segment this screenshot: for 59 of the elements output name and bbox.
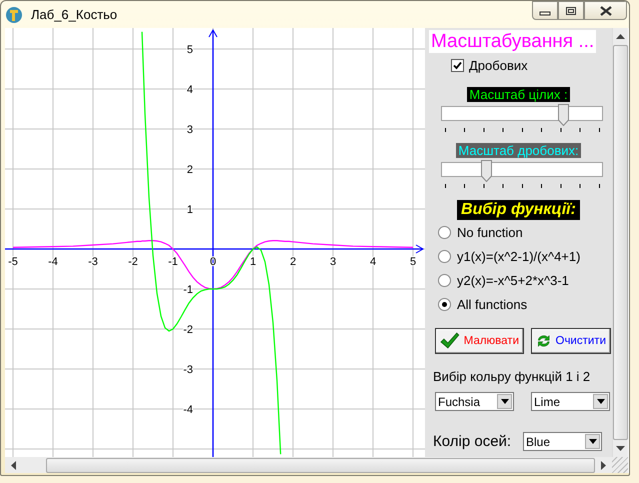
scroll-right-icon [601,460,606,470]
x-tick-label: -5 [8,256,18,268]
function-choice-title: Вибір функції: [457,200,580,220]
x-tick-label: 3 [330,256,336,268]
app-icon [5,6,23,24]
scaling-title: Масштабування ... [429,30,596,53]
y-tick-label: 1 [186,204,193,216]
minimize-button[interactable] [532,1,558,20]
function-radio[interactable]: y2(x)=-x^5+2*x^3-1 [438,271,580,289]
y-tick-label: 5 [186,44,193,56]
y-tick-label: 2 [186,164,193,176]
y-tick-label: -1 [183,284,193,296]
color-dropdown[interactable]: Lime [531,392,610,411]
axis-color-label: Колір осей: [433,433,512,450]
slider-label: Масштаб дробових: [456,143,581,158]
restore-icon [565,6,577,16]
slider-thumb[interactable] [558,104,568,126]
scroll-down-icon [616,446,625,451]
checkbox-label: Дробових [469,58,528,72]
x-tick-label: -2 [128,256,138,268]
scroll-thumb[interactable] [46,458,595,472]
x-tick-label: 4 [370,256,376,268]
refresh-icon [536,332,552,350]
dropdown-arrow-icon [500,399,508,404]
axis-color-dropdown[interactable]: Blue [523,432,602,451]
size-grip[interactable] [612,457,628,473]
scroll-up-icon [616,34,625,39]
horizontal-scrollbar[interactable] [5,457,612,473]
y-tick-label: 3 [186,124,193,136]
slider-thumb[interactable] [481,160,492,182]
x-tick-label: -4 [48,256,58,268]
y-tick-label: -2 [183,324,193,336]
dropdown-arrow-icon [596,399,604,404]
slider-label: Масштаб цілих : [467,87,570,102]
draw-button[interactable]: Малювати [435,328,524,354]
slider-track[interactable] [441,160,603,182]
slider-track[interactable] [441,104,603,126]
maximize-button[interactable] [558,1,584,20]
window-title: Лаб_6_Костьо [31,7,118,22]
x-tick-label: 5 [410,256,416,268]
close-button[interactable] [584,1,627,20]
dropdown-arrow-icon [588,439,596,444]
x-tick-label: -1 [168,256,178,268]
y-tick-label: -3 [183,364,193,376]
checkmark-icon [440,332,460,350]
close-icon [598,6,612,16]
y-tick-label: -4 [183,404,193,416]
checkbox[interactable] [451,58,464,72]
function-radio[interactable]: y1(x)=(x^2-1)/(x^4+1) [438,247,580,265]
y-tick-label: 4 [186,84,193,96]
x-tick-label: 2 [290,256,296,268]
color-dropdown[interactable]: Fuchsia [435,392,514,411]
x-tick-label: 1 [250,256,256,268]
scroll-left-icon [11,460,16,470]
clear-button[interactable]: Очистити [531,328,611,354]
color-choice-label: Вибір кольру функцій 1 і 2 [433,369,590,384]
x-tick-label: -3 [88,256,98,268]
function-radio[interactable]: No function [438,223,580,241]
function-radio[interactable]: All functions [438,295,580,313]
